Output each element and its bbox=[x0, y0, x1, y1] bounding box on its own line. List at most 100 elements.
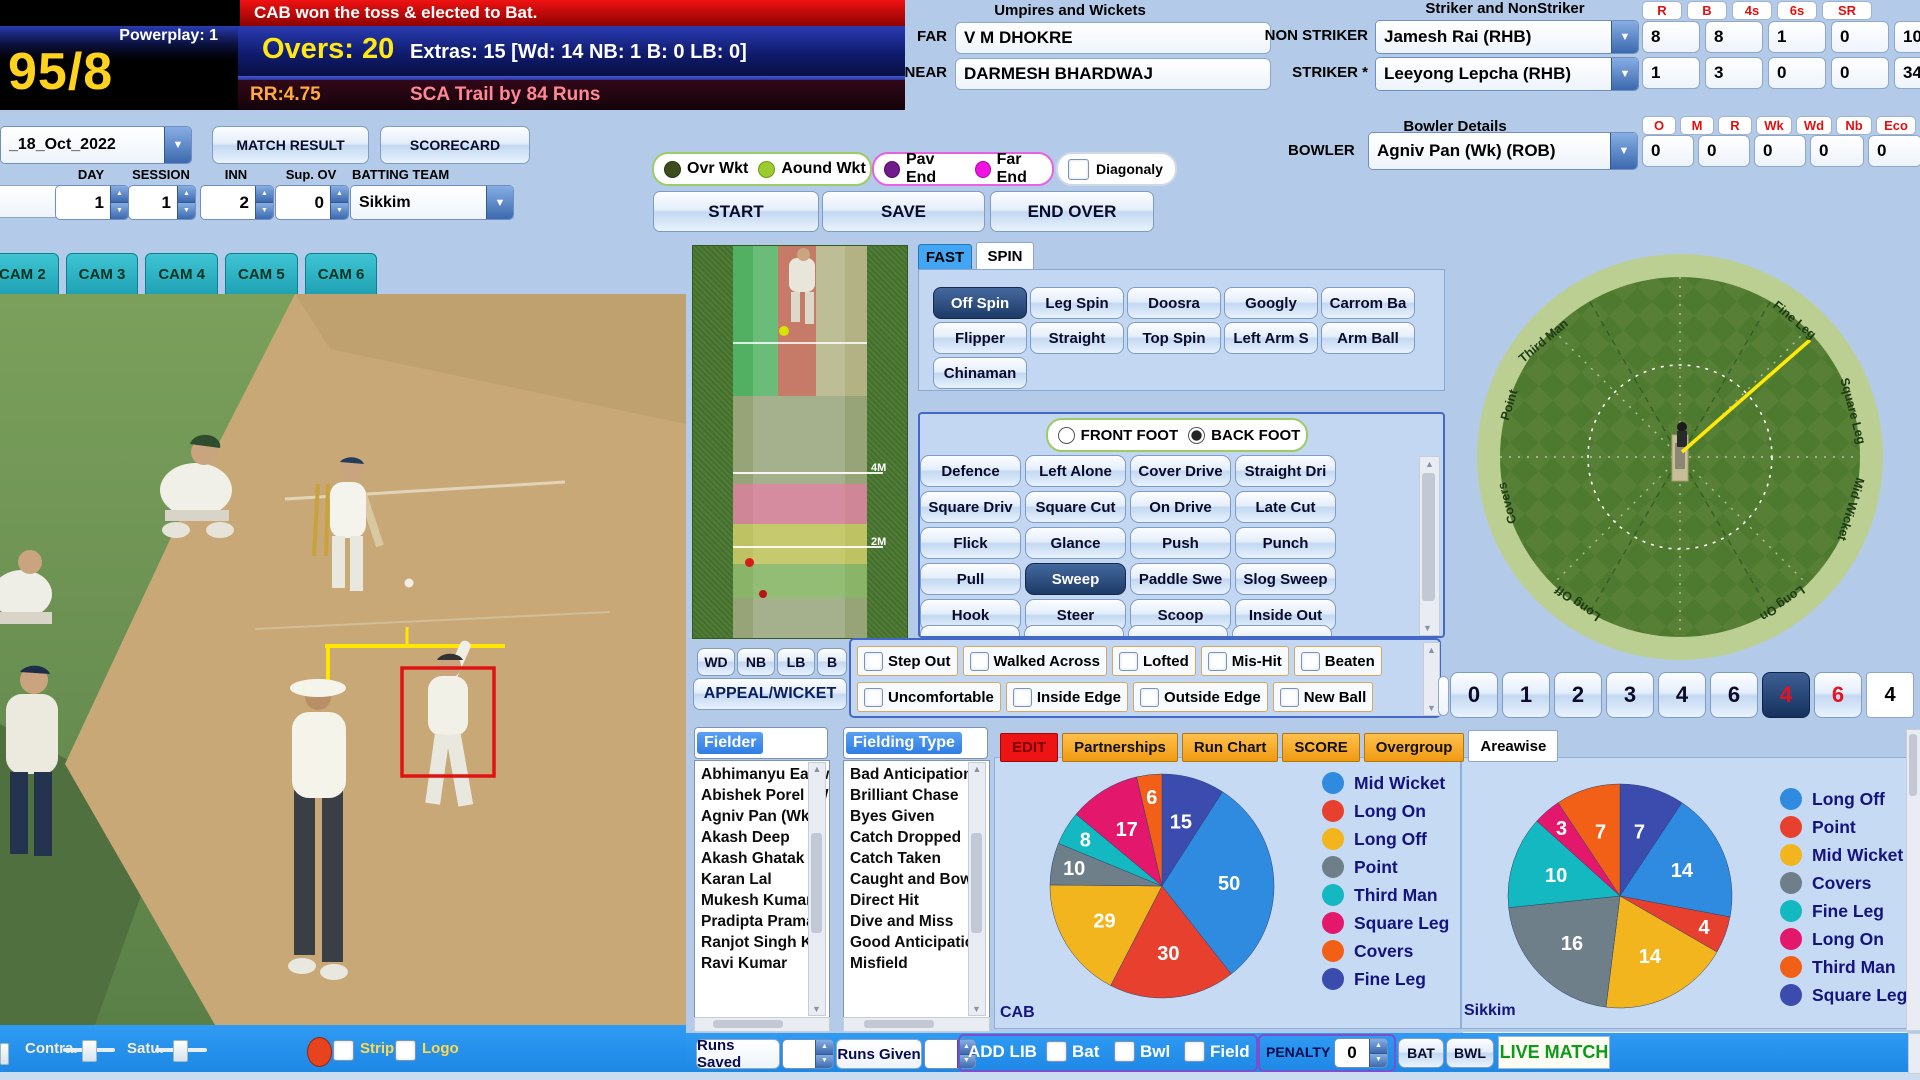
beaten-checkbox[interactable] bbox=[1301, 652, 1320, 671]
field-checkbox[interactable] bbox=[1184, 1041, 1205, 1062]
shot-defence[interactable]: Defence bbox=[920, 455, 1021, 487]
save-button[interactable]: SAVE bbox=[822, 191, 985, 232]
slider-thumb[interactable] bbox=[0, 1043, 9, 1065]
shot-push[interactable]: Push bbox=[1130, 527, 1231, 559]
bowl-type-straight[interactable]: Straight bbox=[1030, 322, 1124, 354]
scorecard-button[interactable]: SCORECARD bbox=[380, 126, 530, 164]
bye-button[interactable]: B bbox=[817, 648, 847, 676]
striker-combo[interactable]: Leeyong Lepcha (RHB) ▼ bbox=[1375, 57, 1639, 91]
wagon-wheel[interactable]: Third ManFine LegSquare LegMid WicketLon… bbox=[1470, 247, 1900, 673]
bowler-combo[interactable]: Agniv Pan (Wk) (ROB) ▼ bbox=[1368, 132, 1638, 170]
wide-button[interactable]: WD bbox=[697, 648, 735, 676]
run-4-selected-button[interactable]: 4 bbox=[1762, 672, 1810, 718]
match-date-combo[interactable]: _18_Oct_2022 ▼ bbox=[0, 126, 192, 164]
chevron-down-icon[interactable]: ▼ bbox=[1611, 21, 1638, 53]
session-stepper[interactable]: 1▲▼ bbox=[128, 185, 196, 220]
fielder-vscroll[interactable]: ▲ ▼ bbox=[808, 762, 826, 1016]
outside-edge-checkbox[interactable] bbox=[1140, 688, 1159, 707]
chevron-down-icon[interactable]: ▼ bbox=[1611, 58, 1638, 90]
stat-value[interactable]: 0 bbox=[1642, 135, 1694, 167]
stat-value[interactable]: 1 bbox=[1642, 57, 1700, 89]
stat-value[interactable]: 3 bbox=[1705, 57, 1763, 89]
shot-straight-dri[interactable]: Straight Dri bbox=[1235, 455, 1336, 487]
shot-left-alone[interactable]: Left Alone bbox=[1025, 455, 1126, 487]
run-value-box[interactable]: 4 bbox=[1866, 672, 1914, 718]
stat-value[interactable]: 1 bbox=[1768, 21, 1826, 53]
stat-value[interactable]: 0 bbox=[1810, 135, 1864, 167]
stat-value[interactable]: 8 bbox=[1705, 21, 1763, 53]
aound-wkt-radio[interactable] bbox=[758, 161, 775, 178]
far-umpire-input[interactable]: V M DHOKRE bbox=[955, 22, 1271, 54]
stat-value[interactable]: 0 bbox=[1868, 135, 1920, 167]
run-1-button[interactable]: 1 bbox=[1502, 672, 1550, 718]
legbye-button[interactable]: LB bbox=[777, 648, 815, 676]
bowl-type-carrom-ba[interactable]: Carrom Ba bbox=[1321, 287, 1415, 319]
appeal-wicket-button[interactable]: APPEAL/WICKET bbox=[693, 678, 847, 710]
stat-value[interactable]: 0 bbox=[1831, 57, 1889, 89]
runs-saved-stepper[interactable]: ▲▼ bbox=[782, 1039, 834, 1069]
right-vscroll[interactable] bbox=[1906, 729, 1920, 1031]
cam-tab-4[interactable]: CAM 4 bbox=[145, 253, 218, 295]
front-foot-radio[interactable] bbox=[1058, 427, 1075, 444]
fielding-hscroll[interactable] bbox=[843, 1017, 990, 1032]
tab-fast[interactable]: FAST bbox=[918, 244, 972, 271]
tab-spin[interactable]: SPIN bbox=[976, 242, 1034, 270]
end-over-button[interactable]: END OVER bbox=[990, 191, 1154, 232]
tab-run-chart[interactable]: Run Chart bbox=[1182, 733, 1279, 762]
stat-value[interactable]: 0 bbox=[1698, 135, 1750, 167]
non-striker-combo[interactable]: Jamesh Rai (RHB) ▼ bbox=[1375, 20, 1639, 54]
tab-partnerships[interactable]: Partnerships bbox=[1062, 733, 1178, 762]
diagonaly-checkbox[interactable] bbox=[1068, 159, 1089, 180]
run-0-button[interactable]: 0 bbox=[1450, 672, 1498, 718]
bwl-button[interactable]: BWL bbox=[1446, 1038, 1494, 1068]
bowl-type-leg-spin[interactable]: Leg Spin bbox=[1030, 287, 1124, 319]
bat-checkbox[interactable] bbox=[1046, 1041, 1067, 1062]
ovr-wkt-radio[interactable] bbox=[664, 161, 681, 178]
bowl-type-arm-ball[interactable]: Arm Ball bbox=[1321, 322, 1415, 354]
contrast-slider-thumb[interactable] bbox=[82, 1040, 97, 1062]
shot-on-drive[interactable]: On Drive bbox=[1130, 491, 1231, 523]
new-ball-checkbox[interactable] bbox=[1280, 688, 1299, 707]
bat-button[interactable]: BAT bbox=[1398, 1038, 1444, 1068]
bowl-type-chinaman[interactable]: Chinaman bbox=[933, 357, 1027, 389]
shot-cover-drive[interactable]: Cover Drive bbox=[1130, 455, 1231, 487]
lofted-checkbox[interactable] bbox=[1119, 652, 1138, 671]
penalty-stepper[interactable]: 0▲▼ bbox=[1334, 1038, 1388, 1068]
run-2-button[interactable]: 2 bbox=[1554, 672, 1602, 718]
mis-hit-checkbox[interactable] bbox=[1208, 652, 1227, 671]
stat-value[interactable]: 0 bbox=[1768, 57, 1826, 89]
bwl-checkbox[interactable] bbox=[1114, 1041, 1135, 1062]
tab-score[interactable]: SCORE bbox=[1282, 733, 1359, 762]
stat-value[interactable]: 34.00 bbox=[1894, 57, 1920, 89]
batting-team-combo[interactable]: Sikkim ▼ bbox=[350, 185, 514, 220]
walked-across-checkbox[interactable] bbox=[970, 652, 989, 671]
shot-paddle-swe[interactable]: Paddle Swe bbox=[1130, 563, 1231, 595]
cam-tab-2[interactable]: CAM 2 bbox=[0, 253, 59, 295]
saturation-slider-thumb[interactable] bbox=[173, 1040, 188, 1062]
bowl-type-flipper[interactable]: Flipper bbox=[933, 322, 1027, 354]
day-stepper[interactable]: 1▲▼ bbox=[55, 185, 129, 220]
inside-edge-checkbox[interactable] bbox=[1013, 688, 1032, 707]
strip-checkbox[interactable] bbox=[333, 1040, 354, 1061]
start-button[interactable]: START bbox=[653, 191, 819, 232]
shot-flick[interactable]: Flick bbox=[920, 527, 1021, 559]
bowl-type-off-spin[interactable]: Off Spin bbox=[933, 287, 1027, 319]
run-6-button[interactable]: 6 bbox=[1710, 672, 1758, 718]
fielding-vscroll[interactable]: ▲ ▼ bbox=[968, 762, 986, 1016]
cam-tab-5[interactable]: CAM 5 bbox=[225, 253, 298, 295]
shot-glance[interactable]: Glance bbox=[1025, 527, 1126, 559]
shot-square-cut[interactable]: Square Cut bbox=[1025, 491, 1126, 523]
chevron-down-icon[interactable]: ▼ bbox=[486, 186, 513, 219]
shot-slog-sweep[interactable]: Slog Sweep bbox=[1235, 563, 1336, 595]
run-3-button[interactable]: 3 bbox=[1606, 672, 1654, 718]
stat-value[interactable]: 0 bbox=[1754, 135, 1806, 167]
tab-overgroup[interactable]: Overgroup bbox=[1364, 733, 1465, 762]
stat-value[interactable]: 8 bbox=[1642, 21, 1700, 53]
shot-late-cut[interactable]: Late Cut bbox=[1235, 491, 1336, 523]
near-umpire-input[interactable]: DARMESH BHARDWAJ bbox=[955, 58, 1271, 90]
pav-end-radio[interactable] bbox=[884, 161, 900, 178]
match-result-button[interactable]: MATCH RESULT bbox=[212, 126, 369, 164]
inn-stepper[interactable]: 2▲▼ bbox=[200, 185, 274, 220]
sup-ov-stepper[interactable]: 0▲▼ bbox=[275, 185, 349, 220]
bowl-type-left-arm-s[interactable]: Left Arm S bbox=[1224, 322, 1318, 354]
